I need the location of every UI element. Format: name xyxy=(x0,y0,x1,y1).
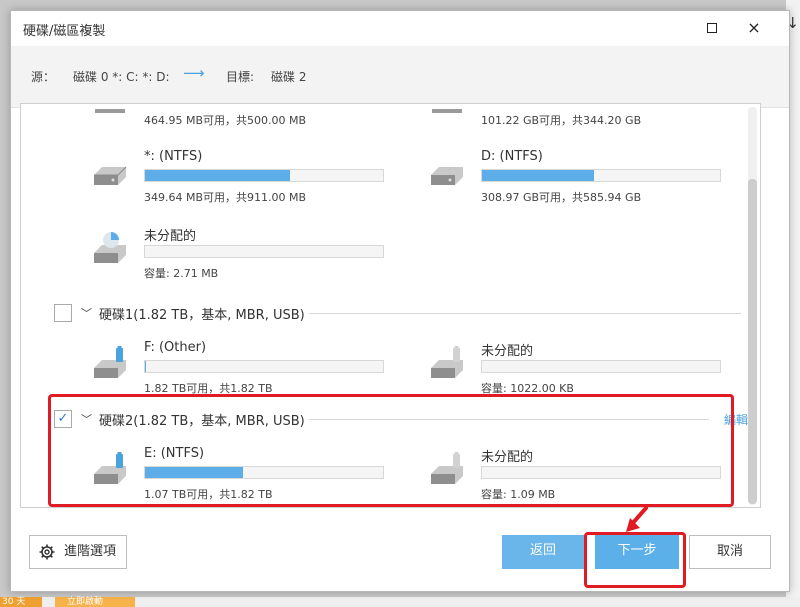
partition-info: 349.64 MB可用，共911.00 MB xyxy=(144,191,307,204)
disk1-checkbox[interactable] xyxy=(54,304,72,322)
chevron-down-icon[interactable]: ﹀ xyxy=(81,305,92,321)
arrow-right-icon: ⟶ xyxy=(183,64,205,82)
partition-card[interactable]: F: (Other) 1.82 TB可用，共1.82 TB xyxy=(91,340,391,400)
partition-card[interactable]: *: (NTFS) 349.64 MB可用，共911.00 MB xyxy=(91,149,391,209)
highlight-frame-next xyxy=(584,532,686,588)
usage-bar xyxy=(144,245,384,258)
partition-card[interactable]: 101.22 GB可用，共344.20 GB xyxy=(428,107,728,135)
partition-card[interactable]: 464.95 MB可用，共500.00 MB xyxy=(91,107,391,135)
unallocated-drive-icon xyxy=(94,232,126,263)
partition-info: 464.95 MB可用，共500.00 MB xyxy=(144,114,307,127)
usage-bar-fill xyxy=(145,170,291,181)
hard-drive-icon xyxy=(94,166,127,185)
advanced-options-button[interactable]: 進階選項 xyxy=(29,535,127,569)
maximize-icon xyxy=(707,23,717,33)
usage-bar xyxy=(144,360,384,373)
gear-icon xyxy=(39,544,55,560)
usb-drive-unallocated-icon xyxy=(431,346,463,378)
usb-drive-icon xyxy=(94,346,126,378)
target-value: 磁碟 2 xyxy=(271,70,307,84)
usage-bar xyxy=(481,169,721,182)
hard-drive-icon xyxy=(431,167,463,185)
partition-name: F: (Other) xyxy=(144,340,207,355)
partition-info: 308.97 GB可用，共585.94 GB xyxy=(481,191,642,204)
partition-card[interactable]: D: (NTFS) 308.97 GB可用，共585.94 GB xyxy=(428,149,728,209)
partition-name: *: (NTFS) xyxy=(144,149,203,164)
usage-bar xyxy=(144,169,384,182)
advanced-options-label: 進階選項 xyxy=(64,544,117,559)
divider xyxy=(309,313,741,314)
partition-info: 101.22 GB可用，共344.20 GB xyxy=(481,114,642,127)
partition-card[interactable]: 未分配的 容量: 2.71 MB xyxy=(91,225,391,285)
title-bar: 硬碟/磁區複製 × xyxy=(11,11,789,46)
source-target-bar: 源： 磁碟 0 *: C: *: D: ⟶ 目標: 磁碟 2 xyxy=(11,46,789,108)
partition-card[interactable]: 未分配的 容量: 1022.00 KB xyxy=(428,340,728,400)
dialog-title: 硬碟/磁區複製 xyxy=(23,24,106,39)
highlight-frame-disk2 xyxy=(48,394,734,507)
disk-header-disk1[interactable]: ﹀ 硬碟1(1.82 TB，基本, MBR, USB) xyxy=(54,304,744,324)
maximize-button[interactable] xyxy=(699,17,725,39)
activate-button[interactable]: 立即啟動 xyxy=(55,597,135,607)
trial-badge: 30 天 xyxy=(0,597,42,607)
usage-bar-fill xyxy=(145,361,147,372)
hard-drive-icon xyxy=(95,109,125,113)
partition-name: 未分配的 xyxy=(481,344,534,359)
back-button[interactable]: 返回 xyxy=(502,535,584,569)
scrollbar-thumb[interactable] xyxy=(748,179,757,504)
usage-bar xyxy=(481,360,721,373)
close-button[interactable]: × xyxy=(741,17,767,39)
usage-bar-fill xyxy=(482,170,594,181)
cancel-button[interactable]: 取消 xyxy=(689,535,771,569)
target-label: 目標: xyxy=(226,70,255,84)
partition-info: 容量: 2.71 MB xyxy=(144,267,219,280)
partition-name: D: (NTFS) xyxy=(481,149,543,164)
disk-name: 硬碟1(1.82 TB，基本, MBR, USB) xyxy=(99,308,305,323)
source-label: 源： xyxy=(31,70,56,84)
hard-drive-icon xyxy=(432,109,462,113)
pointer-arrow-icon xyxy=(626,506,648,532)
source-value: 磁碟 0 *: C: *: D: xyxy=(73,70,170,84)
partition-name: 未分配的 xyxy=(144,229,197,244)
